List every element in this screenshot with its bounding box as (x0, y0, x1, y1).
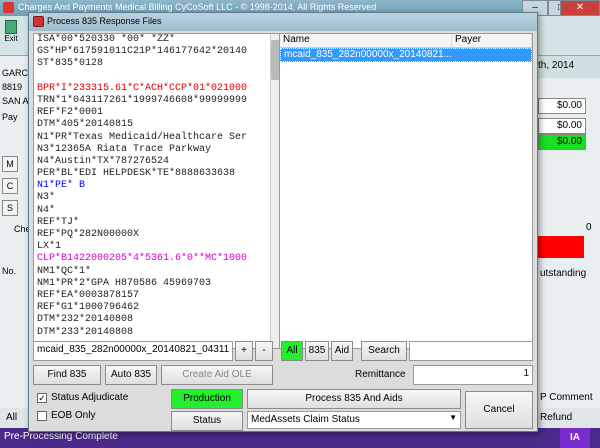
row-payer-cell (452, 49, 531, 61)
exit-button[interactable]: Exit (2, 20, 20, 50)
edi-line: TRN*1*043117261*1999746608*99999999 (37, 94, 248, 106)
search-button[interactable]: Search (361, 341, 407, 361)
production-button[interactable]: Production (171, 389, 243, 409)
process-835-dialog: Process 835 Response Files ISA*00*520330… (28, 12, 538, 432)
edi-line: BPR*I*233315.61*C*ACH*CCP*01*021000 (37, 82, 248, 94)
date-text: th, 2014 (536, 56, 600, 78)
edi-text-viewer[interactable]: ISA*00*520330 *00* *ZZ* GS*HP*617591011C2… (33, 33, 281, 349)
plus-button[interactable]: + (235, 341, 253, 361)
chevron-down-icon: ▼ (449, 413, 457, 422)
remittance-label: Remittance (355, 369, 406, 380)
edi-line: N1*PE* B (37, 180, 86, 192)
edi-line: GS*HP*617591011C21P*146177642*20140 (37, 46, 248, 58)
minus-button[interactable]: - (255, 341, 273, 361)
status-adjudicate-checkbox[interactable]: ✓ (37, 393, 47, 403)
edi-line: N1*PR*Texas Medicaid/Healthcare Ser (37, 131, 248, 143)
filter-all-button[interactable]: All (281, 341, 303, 361)
search-input[interactable] (409, 341, 533, 361)
create-aid-ole-button[interactable]: Create Aid OLE (161, 365, 273, 385)
process-835-button[interactable]: Process 835 And Aids (247, 389, 461, 409)
column-payer[interactable]: Payer (452, 34, 532, 47)
amount-field-3: $0.00 (538, 134, 586, 150)
refund-label[interactable]: Refund (540, 412, 572, 423)
edi-line: DTM*405*20140815 (37, 119, 134, 131)
table-row[interactable]: mcaid_835_282n00000x_20140821... (280, 48, 532, 62)
edi-line: N3* (37, 192, 56, 204)
comment-label[interactable]: P Comment (540, 392, 593, 403)
remittance-value: 1 (413, 365, 533, 385)
outstanding-label: utstanding (540, 268, 587, 279)
edi-line: REF*EA*0003878157 (37, 289, 140, 301)
amount-field-1: $0.00 (538, 98, 586, 114)
red-indicator (536, 236, 584, 258)
edi-line: REF*G1*1000796462 (37, 302, 140, 314)
dialog-icon (33, 16, 44, 27)
edi-line: LX*1 (37, 241, 62, 253)
edi-line: N4*Austin*TX*787276524 (37, 155, 170, 167)
side-button-m[interactable]: M (2, 156, 18, 172)
no-label: No. (2, 266, 17, 276)
status-adjudicate-label: Status Adjudicate (51, 392, 129, 403)
filter-aid-button[interactable]: Aid (331, 341, 353, 361)
app-left-panel: GARC 8819 SAN A Pay M C S Che No. (0, 56, 31, 426)
edi-line: NM1*QC*1* (37, 265, 92, 277)
dialog-title: Process 835 Response Files (47, 16, 162, 26)
file-path-field[interactable]: mcaid_835_282n00000x_20140821_04311 (33, 341, 233, 361)
exit-label: Exit (4, 34, 18, 43)
dialog-titlebar: Process 835 Response Files (29, 13, 537, 31)
row-name-cell: mcaid_835_282n00000x_20140821... (284, 49, 452, 60)
filter-835-button[interactable]: 835 (305, 341, 329, 361)
left-label-1: GARC (2, 68, 29, 78)
status-text: Pre-Processing Complete (4, 431, 118, 442)
edi-line (34, 71, 280, 83)
edi-line: ISA*00*520330 *00* *ZZ* (37, 34, 176, 45)
left-label-3: SAN A (2, 96, 29, 106)
edi-line: ST*835*0128 (37, 58, 104, 70)
edi-line: NM1*PR*2*GPA H870586 45969703 (37, 277, 212, 289)
edi-line: DTM*233*20140808 (37, 326, 134, 338)
column-name[interactable]: Name (280, 34, 452, 47)
amount-field-2: $0.00 (538, 118, 586, 134)
bottom-all-label[interactable]: All (6, 412, 17, 423)
files-grid[interactable]: Name Payer mcaid_835_282n00000x_20140821… (279, 33, 533, 349)
eob-only-label: EOB Only (51, 410, 96, 421)
claim-status-select[interactable]: MedAssets Claim Status ▼ (247, 411, 461, 429)
edi-line: PER*BL*EDI HELPDESK*TE*8888633638 (37, 168, 236, 180)
edi-line: N4* (37, 204, 56, 216)
edi-line: DTM*232*20140808 (37, 314, 134, 326)
grid-header: Name Payer (280, 34, 532, 48)
status-button[interactable]: Status (171, 411, 243, 431)
app-icon (3, 2, 14, 13)
ia-badge: IA (560, 428, 590, 448)
edi-scroll-thumb[interactable] (271, 40, 279, 80)
edi-line: N3*12365A Riata Trace Parkway (37, 143, 212, 155)
claim-status-value: MedAssets Claim Status (251, 414, 360, 425)
find-835-button[interactable]: Find 835 (33, 365, 101, 385)
side-button-s[interactable]: S (2, 200, 18, 216)
left-label-4[interactable]: Pay (2, 112, 18, 122)
edi-line: REF*PQ*282N00000X (37, 229, 140, 240)
eob-only-checkbox[interactable] (37, 411, 47, 421)
edi-line: REF*TJ* (37, 216, 80, 228)
close-button[interactable]: ✕ (560, 0, 600, 16)
left-label-2: 8819 (2, 82, 23, 92)
zero-value: 0 (586, 222, 592, 233)
side-button-c[interactable]: C (2, 178, 18, 194)
door-icon (5, 20, 17, 34)
auto-835-button[interactable]: Auto 835 (105, 365, 157, 385)
app-title: Charges And Payments Medical Billing CyC… (18, 2, 377, 12)
edi-line: CLP*B1422000205*4*5361.6*0**MC*1000 (37, 253, 248, 265)
edi-line: REF*F2*0001 (37, 107, 104, 119)
cancel-button[interactable]: Cancel (465, 391, 533, 429)
